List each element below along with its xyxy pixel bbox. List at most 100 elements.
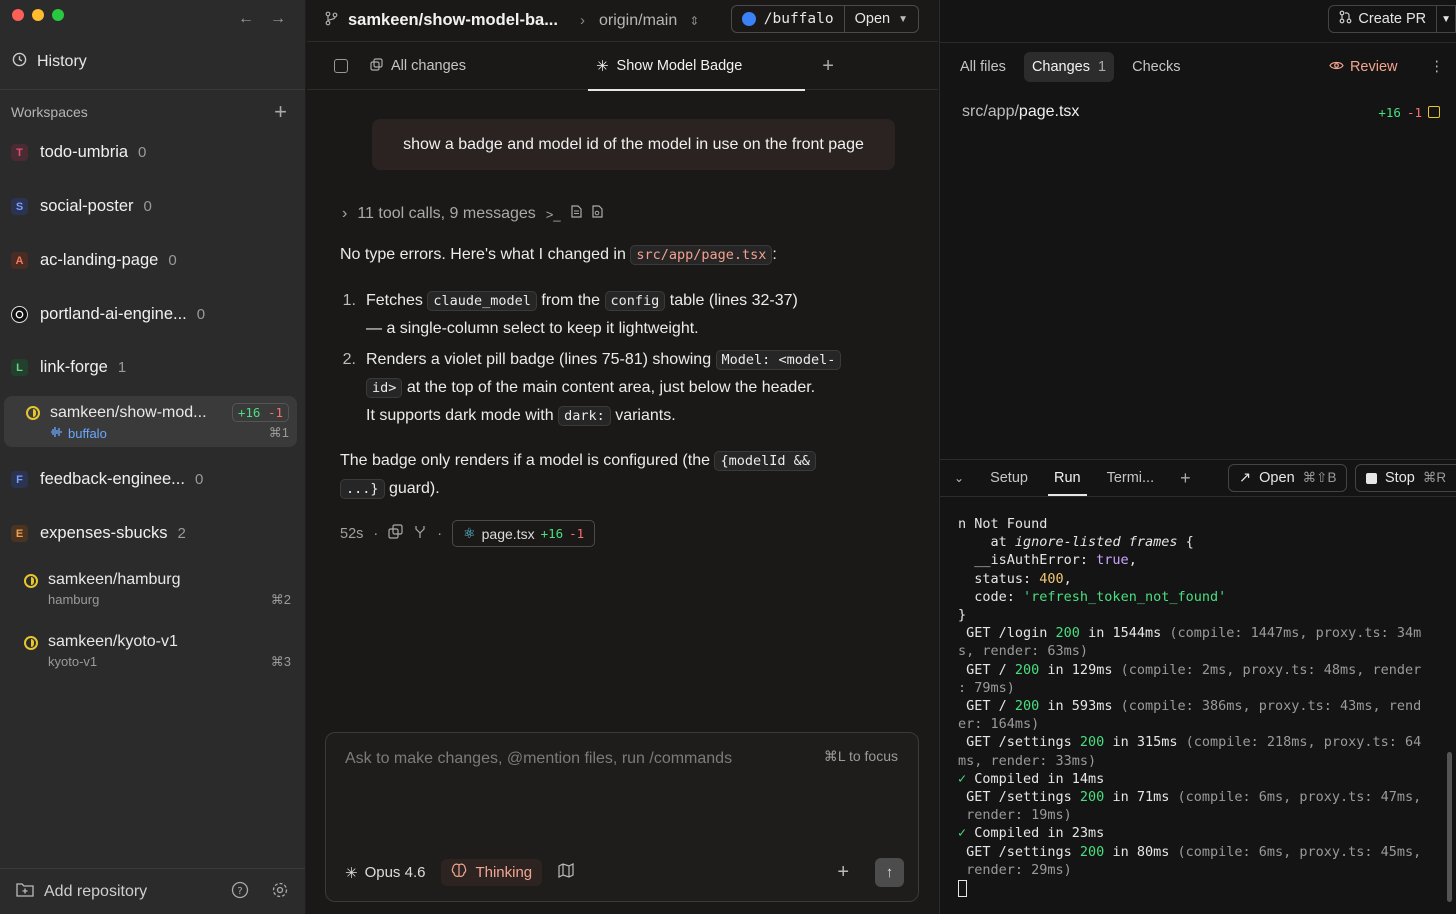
help-icon[interactable]: ?	[231, 881, 249, 903]
notes-icon[interactable]	[334, 59, 348, 73]
attach-plus-icon[interactable]: +	[837, 861, 849, 884]
repo-item[interactable]: F feedback-enginee... 0	[11, 470, 203, 489]
user-message: show a badge and model id of the model i…	[372, 119, 895, 170]
chevron-updown-icon[interactable]: ⇕	[689, 14, 699, 28]
add-workspace-icon[interactable]: +	[274, 101, 287, 123]
branch-item[interactable]: samkeen/kyoto-v1 kyoto-v1 ⌘3	[24, 633, 291, 670]
tab-all-files[interactable]: All files	[952, 52, 1014, 82]
chevron-right-icon: ›	[579, 12, 585, 29]
sparkle-icon: ✳	[595, 58, 609, 75]
thinking-toggle[interactable]: Thinking	[441, 859, 543, 886]
shortcut-hint: ⌘2	[270, 592, 291, 607]
branch-item-active[interactable]: samkeen/show-mod... +16 -1 buffalo ⌘1	[4, 396, 297, 447]
terminal-line: GET / 200 in 129ms (compile: 2ms, proxy.…	[958, 661, 1422, 678]
repo-name: portland-ai-engine...	[40, 305, 187, 323]
terminal-tabs: ⌄ Setup Run Termi... + ↗ Open ⌘⇧B Stop ⌘…	[940, 459, 1456, 497]
terminal-line: render: 29ms)	[958, 861, 1072, 878]
zoom-window-button[interactable]	[52, 9, 64, 21]
sidebar: ← → History Workspaces + T todo-umbria 0…	[0, 0, 306, 914]
open-button[interactable]: Open ▼	[845, 11, 918, 27]
branch-name: samkeen/hamburg	[48, 571, 181, 588]
tab-run[interactable]: Run	[1048, 470, 1087, 496]
terminal-line: ms, render: 33ms)	[958, 752, 1097, 769]
create-pr-group: Create PR ▼	[1328, 5, 1456, 33]
more-vertical-icon[interactable]: ⋮	[1430, 59, 1445, 75]
repo-count: 0	[168, 252, 177, 269]
repo-item[interactable]: T todo-umbria 0	[11, 143, 146, 162]
composer-input[interactable]: Ask to make changes, @mention files, run…	[345, 750, 732, 768]
tab-changes[interactable]: Changes 1	[1023, 52, 1115, 82]
inline-code-path: src/app/page.tsx	[630, 245, 773, 265]
change-list: 1. Fetches claude_model from the config …	[340, 287, 900, 434]
terminal-line: code: 'refresh_token_not_found'	[958, 588, 1227, 605]
repo-item[interactable]: A ac-landing-page 0	[11, 251, 177, 270]
tab-terminal[interactable]: Termi...	[1107, 470, 1155, 486]
history-button[interactable]: History	[12, 52, 87, 72]
chevron-down-icon[interactable]: ▼	[1437, 14, 1455, 25]
forward-arrow-icon[interactable]: →	[270, 10, 286, 28]
workspaces-label: Workspaces	[11, 104, 88, 120]
inline-code: id>	[366, 378, 403, 398]
terminal-line: }	[958, 607, 967, 624]
review-button[interactable]: Review	[1329, 59, 1398, 75]
target-branch[interactable]: origin/main	[599, 12, 677, 30]
sparkle-icon: ✳	[345, 864, 358, 882]
stop-button[interactable]: Stop ⌘R	[1355, 464, 1456, 492]
repo-count: 0	[138, 144, 147, 161]
tab-checks[interactable]: Checks	[1124, 52, 1188, 82]
add-tab-icon[interactable]: +	[822, 55, 834, 78]
branch-item[interactable]: samkeen/hamburg hamburg ⌘2	[24, 571, 291, 608]
fork-icon[interactable]	[413, 525, 427, 543]
workspace-path-button[interactable]: /buffalo	[732, 6, 845, 32]
repo-logo-icon	[11, 306, 28, 323]
tab-show-model-badge[interactable]: ✳ Show Model Badge	[587, 43, 806, 91]
terminal-line: __isAuthError: true,	[958, 552, 1137, 569]
repo-count: 0	[194, 471, 204, 488]
external-link-icon: ↗	[1239, 470, 1252, 486]
tab-setup[interactable]: Setup	[990, 470, 1028, 486]
stop-square-icon	[1366, 472, 1377, 484]
repo-count: 0	[143, 198, 152, 215]
react-icon: ⚛	[463, 525, 476, 541]
terminal-scrollbar[interactable]	[1447, 752, 1452, 902]
close-window-button[interactable]	[12, 9, 24, 21]
changed-file-chip[interactable]: ⚛ page.tsx +16 -1	[452, 520, 596, 547]
model-selector[interactable]: ✳ Opus 4.6	[345, 864, 425, 882]
repo-item[interactable]: portland-ai-engine... 0	[11, 305, 205, 324]
tab-all-changes[interactable]: All changes	[370, 57, 466, 75]
repo-badge: S	[11, 198, 28, 215]
repo-name: ac-landing-page	[40, 251, 159, 269]
copy-icon[interactable]	[388, 524, 403, 543]
add-terminal-icon[interactable]: +	[1180, 468, 1191, 489]
repo-item[interactable]: L link-forge 1	[11, 358, 126, 377]
minimize-window-button[interactable]	[32, 9, 44, 21]
terminal-line: status: 400,	[958, 570, 1072, 587]
composer[interactable]: Ask to make changes, @mention files, run…	[325, 732, 919, 902]
repo-item[interactable]: S social-poster 0	[11, 197, 152, 216]
repo-count: 2	[177, 525, 186, 542]
repo-item[interactable]: E expenses-sbucks 2	[11, 524, 186, 543]
settings-gear-icon[interactable]	[271, 881, 289, 903]
back-arrow-icon[interactable]: ←	[238, 10, 254, 28]
clock-icon	[12, 52, 27, 72]
changed-file-row[interactable]: src/app/page.tsx +16 -1	[962, 103, 1440, 121]
workspace-location: kyoto-v1	[48, 654, 98, 669]
open-browser-button[interactable]: ↗ Open ⌘⇧B	[1228, 464, 1348, 492]
terminal-line: GET /settings 200 in 71ms (compile: 6ms,…	[958, 789, 1422, 806]
modified-file-icon	[1428, 106, 1440, 118]
tab-bar: All changes ✳ Show Model Badge +	[307, 43, 938, 91]
map-icon[interactable]	[558, 863, 574, 882]
chevron-down-icon: ▼	[898, 13, 908, 25]
tool-calls-summary[interactable]: › 11 tool calls, 9 messages >_	[342, 205, 603, 223]
repo-badge: F	[11, 471, 28, 488]
file-dir: src/app/	[962, 103, 1019, 120]
add-repository-button[interactable]: Add repository	[16, 882, 147, 902]
terminal-output[interactable]: n Not Found at ignore-listed frames { __…	[958, 515, 1440, 897]
terminal-line: s, render: 63ms)	[958, 643, 1089, 660]
create-pr-button[interactable]: Create PR	[1329, 6, 1438, 32]
focus-hint: ⌘L to focus	[823, 748, 898, 764]
send-button[interactable]: ↑	[875, 858, 904, 887]
shortcut-hint: ⌘1	[268, 425, 289, 440]
collapse-chevron-icon[interactable]: ⌄	[954, 471, 964, 485]
branch-title[interactable]: samkeen/show-model-ba...	[348, 11, 558, 30]
